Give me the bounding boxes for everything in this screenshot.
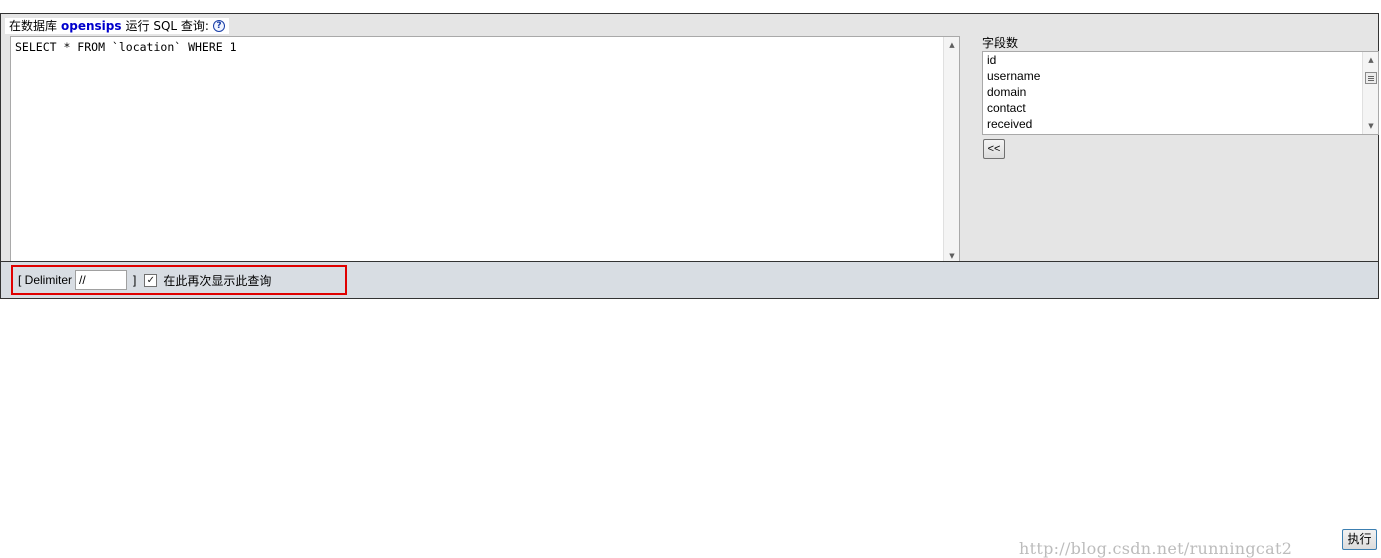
sql-query-text[interactable]: SELECT * FROM `location` WHERE 1 [15,40,237,54]
fields-label: 字段数 [982,36,1019,50]
title-suffix: 运行 SQL 查询: [125,19,209,33]
field-item-domain[interactable]: domain [987,84,1026,100]
scroll-down-icon[interactable]: ▼ [1363,118,1379,134]
watermark-text: http://blog.csdn.net/runningcat2 [1019,539,1293,558]
delimiter-input[interactable] [75,270,128,290]
delimiter-options-group: [ Delimiter ] ✓ 在此再次显示此查询 [11,265,347,295]
panel-title: 在数据库 opensips 运行 SQL 查询: ? [5,18,229,34]
insert-field-button[interactable]: << [983,139,1005,159]
show-query-checkbox[interactable]: ✓ [144,273,158,287]
sql-scrollbar[interactable]: ▲ ▼ [943,37,959,264]
go-button[interactable]: 执行 [1342,529,1377,550]
sql-query-panel: 在数据库 opensips 运行 SQL 查询: ? SELECT * FROM… [0,13,1379,265]
scroll-up-icon[interactable]: ▲ [1363,52,1379,68]
sql-query-textarea[interactable]: SELECT * FROM `location` WHERE 1 ▲ ▼ [10,36,960,265]
delimiter-close-bracket: ] [133,273,137,287]
field-item-received[interactable]: received [987,116,1032,132]
title-prefix: 在数据库 [9,19,58,33]
field-item-username[interactable]: username [987,68,1040,84]
field-item-contact[interactable]: contact [987,100,1026,116]
database-name[interactable]: opensips [61,18,122,34]
query-footer: [ Delimiter ] ✓ 在此再次显示此查询 http://blog.cs… [0,261,1379,558]
fields-scrollbar[interactable]: ▲ ▼ [1362,52,1378,134]
scroll-thumb[interactable] [1365,72,1377,84]
field-item-id[interactable]: id [987,52,996,68]
help-icon[interactable]: ? [212,20,225,32]
delimiter-label: [ Delimiter [18,273,73,287]
scroll-up-icon[interactable]: ▲ [944,37,960,53]
show-query-label[interactable]: 在此再次显示此查询 [163,272,271,289]
fields-listbox[interactable]: id username domain contact received ▲ ▼ [982,51,1379,135]
